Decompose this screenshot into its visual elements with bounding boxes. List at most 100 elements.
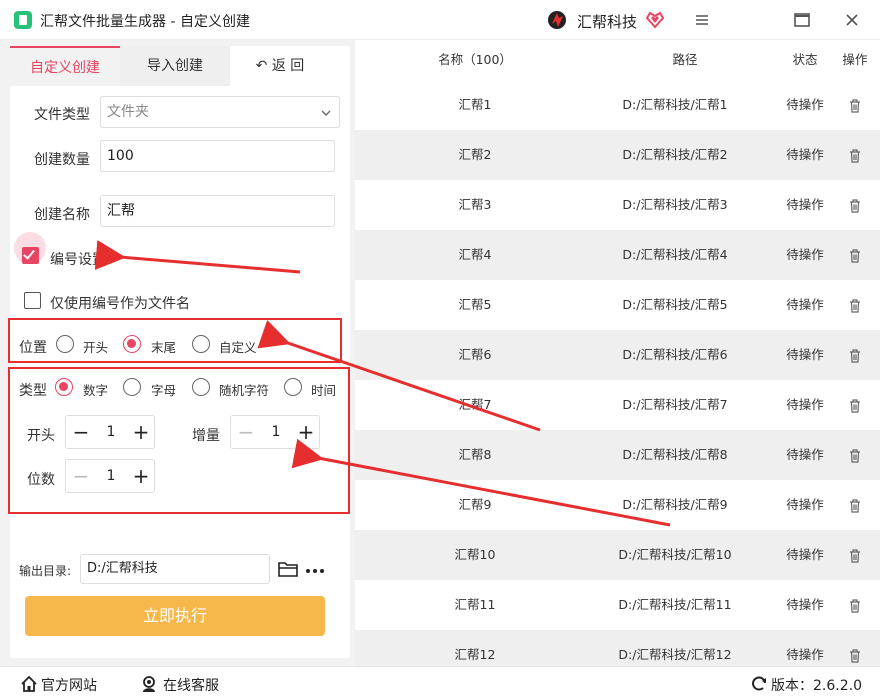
start-increment-button[interactable]: + [126,416,156,448]
table-row[interactable]: 汇帮10 D:/汇帮科技/汇帮10 待操作 [355,530,880,580]
delete-button[interactable] [840,530,870,580]
header-name[interactable]: 名称（100） [415,40,535,80]
delete-button[interactable] [840,430,870,480]
refresh-icon[interactable] [750,675,768,693]
close-icon[interactable] [840,8,864,32]
header-status[interactable]: 状态 [770,40,840,80]
numbering-label: 编号设置 [50,252,106,268]
trash-icon [850,398,860,413]
delete-button[interactable] [840,280,870,330]
table-row[interactable]: 汇帮4 D:/汇帮科技/汇帮4 待操作 [355,230,880,280]
brand-name: 汇帮科技 [577,13,638,31]
row-status: 待操作 [786,647,824,662]
file-type-select[interactable]: 文件夹 [100,96,340,128]
more-icon[interactable] [305,568,325,574]
row-name: 汇帮4 [458,247,492,262]
name-label: 创建名称 [34,207,90,223]
heart-icon[interactable] [645,10,665,30]
trash-icon [850,98,860,113]
table-row[interactable]: 汇帮9 D:/汇帮科技/汇帮9 待操作 [355,480,880,530]
folder-icon[interactable] [278,561,298,577]
output-dir-input[interactable]: D:/汇帮科技 [80,554,270,584]
digits-stepper: − 1 + [65,459,155,493]
row-status: 待操作 [786,547,824,562]
row-path: D:/汇帮科技/汇帮1 [622,97,728,112]
table-row[interactable]: 汇帮11 D:/汇帮科技/汇帮11 待操作 [355,580,880,630]
delete-button[interactable] [840,630,870,666]
header-path[interactable]: 路径 [575,40,795,80]
trash-icon [850,648,860,663]
file-type-label: 文件类型 [34,107,90,123]
support-icon [143,676,155,692]
delete-button[interactable] [840,380,870,430]
count-input[interactable]: 100 [100,140,335,172]
trash-icon [850,198,860,213]
run-button[interactable]: 立即执行 [25,596,325,636]
menu-icon[interactable] [690,8,714,32]
start-stepper: − 1 + [65,415,155,449]
table-row[interactable]: 汇帮1 D:/汇帮科技/汇帮1 待操作 [355,80,880,130]
row-status: 待操作 [786,197,824,212]
start-value[interactable]: 1 [96,416,126,448]
numbering-checkbox[interactable] [22,247,39,264]
table-row[interactable]: 汇帮6 D:/汇帮科技/汇帮6 待操作 [355,330,880,380]
increment-value[interactable]: 1 [261,416,291,448]
type-number-radio[interactable] [55,378,73,396]
start-decrement-button[interactable]: − [66,416,96,448]
back-button[interactable]: ↶ 返 回 [240,46,320,86]
only-number-checkbox[interactable] [24,292,41,309]
delete-button[interactable] [840,330,870,380]
tab-import-create[interactable]: 导入创建 [120,46,230,86]
row-name: 汇帮3 [458,197,492,212]
increment-increment-button[interactable]: + [291,416,321,448]
table-row[interactable]: 汇帮12 D:/汇帮科技/汇帮12 待操作 [355,630,880,666]
trash-icon [850,298,860,313]
title-bar: 汇帮文件批量生成器 - 自定义创建 汇帮科技 [0,0,880,40]
maximize-icon[interactable] [790,8,814,32]
window-title: 汇帮文件批量生成器 - 自定义创建 [40,14,250,30]
trash-icon [850,148,860,163]
digits-increment-button[interactable]: + [126,460,156,492]
table-row[interactable]: 汇帮3 D:/汇帮科技/汇帮3 待操作 [355,180,880,230]
table-row[interactable]: 汇帮2 D:/汇帮科技/汇帮2 待操作 [355,130,880,180]
row-name: 汇帮6 [458,347,492,362]
position-end-radio[interactable] [123,335,141,353]
website-link[interactable]: 官方网站 [41,675,97,695]
table-row[interactable]: 汇帮5 D:/汇帮科技/汇帮5 待操作 [355,280,880,330]
support-link[interactable]: 在线客服 [163,675,219,695]
position-custom-radio[interactable] [192,335,210,353]
delete-button[interactable] [840,480,870,530]
type-time-radio[interactable] [284,378,302,396]
delete-button[interactable] [840,580,870,630]
position-label: 位置 [19,340,47,356]
trash-icon [850,248,860,263]
delete-button[interactable] [840,180,870,230]
trash-icon [850,598,860,613]
row-name: 汇帮2 [458,147,492,162]
row-path: D:/汇帮科技/汇帮4 [622,247,728,262]
delete-button[interactable] [840,130,870,180]
row-path: D:/汇帮科技/汇帮9 [622,497,728,512]
file-type-value: 文件夹 [107,104,149,120]
digits-decrement-button[interactable]: − [66,460,96,492]
delete-button[interactable] [840,80,870,130]
trash-icon [850,448,860,463]
table-row[interactable]: 汇帮7 D:/汇帮科技/汇帮7 待操作 [355,380,880,430]
chevron-down-icon [321,110,331,116]
digits-value[interactable]: 1 [96,460,126,492]
table-header: 名称（100） 路径 状态 操作 [355,40,880,80]
version-label: 版本：2.6.2.0 [771,678,862,694]
position-start-radio[interactable] [56,335,74,353]
row-path: D:/汇帮科技/汇帮7 [622,397,728,412]
delete-button[interactable] [840,230,870,280]
increment-decrement-button[interactable]: − [231,416,261,448]
row-name: 汇帮5 [458,297,492,312]
row-path: D:/汇帮科技/汇帮8 [622,447,728,462]
row-name: 汇帮9 [458,497,492,512]
name-input[interactable]: 汇帮 [100,195,335,227]
tab-custom-create[interactable]: 自定义创建 [10,46,120,86]
type-random-radio[interactable] [192,378,210,396]
type-letter-radio[interactable] [123,378,141,396]
row-path: D:/汇帮科技/汇帮10 [618,547,732,562]
table-row[interactable]: 汇帮8 D:/汇帮科技/汇帮8 待操作 [355,430,880,480]
